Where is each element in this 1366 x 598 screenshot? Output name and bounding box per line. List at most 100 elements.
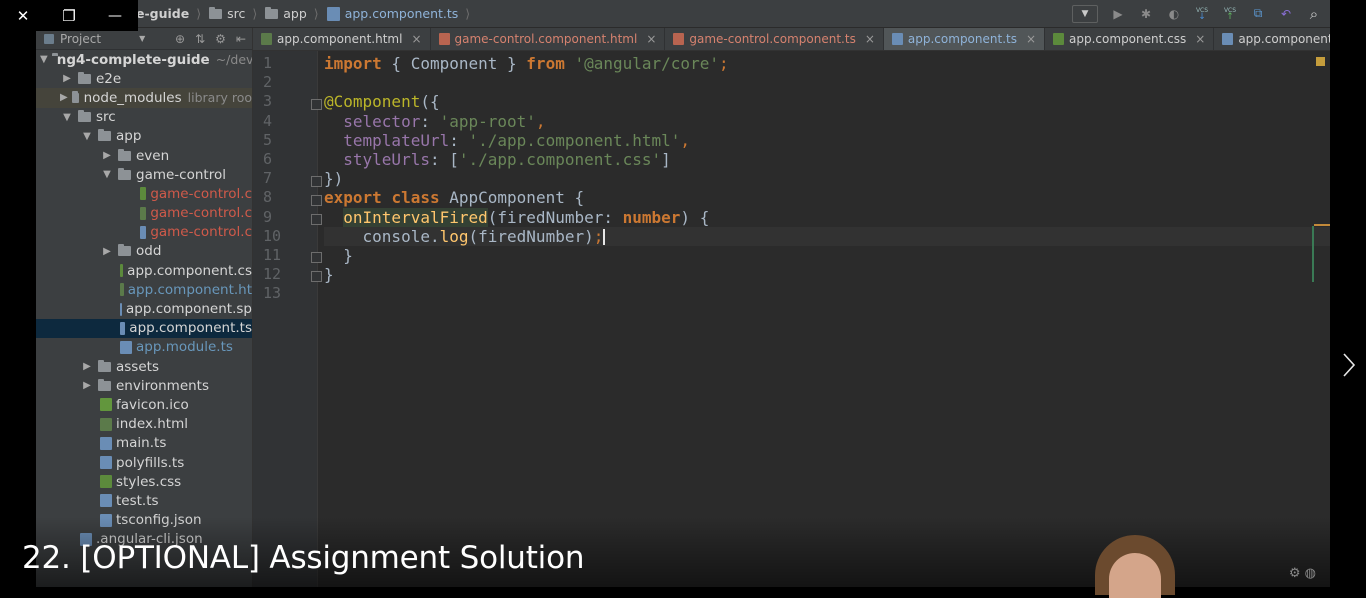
fold-marker-icon[interactable] <box>311 176 322 187</box>
tree-item[interactable]: ▶ odd <box>36 242 252 261</box>
breadcrumb-item[interactable]: app ⟩ <box>265 6 322 21</box>
collapsed-arrow-icon[interactable]: ▶ <box>80 361 94 372</box>
tree-item[interactable]: ▶ node_modules library roo <box>36 88 252 108</box>
code-line[interactable] <box>324 284 1330 303</box>
settings-gear-icon[interactable]: ⚙ <box>215 32 226 46</box>
tree-item[interactable]: app.module.ts <box>36 338 252 357</box>
tree-item[interactable]: index.html <box>36 415 252 434</box>
tree-item[interactable]: app.component.cs <box>36 261 252 280</box>
code-line[interactable]: import { Component } from '@angular/core… <box>324 54 1330 73</box>
tree-item-label: favicon.ico <box>116 396 189 413</box>
code-token: , <box>535 111 546 131</box>
fold-marker-icon[interactable] <box>311 214 322 225</box>
close-tab-icon[interactable]: × <box>1195 32 1205 46</box>
editor-tab[interactable]: game-control.component.html × <box>431 28 666 50</box>
scroll-from-source-icon[interactable]: ⊕ <box>175 32 185 46</box>
fold-marker-icon[interactable] <box>311 252 322 263</box>
status-settings-icon[interactable]: ⚙ ◍ <box>1289 566 1316 581</box>
code-line[interactable]: } <box>324 265 1330 284</box>
close-tab-icon[interactable]: × <box>865 32 875 46</box>
code-line[interactable]: }) <box>324 169 1330 188</box>
code-line[interactable]: selector: 'app-root', <box>324 112 1330 131</box>
code-line[interactable]: templateUrl: './app.component.html', <box>324 131 1330 150</box>
debug-icon[interactable]: ✱ <box>1138 6 1154 22</box>
collapsed-arrow-icon[interactable]: ▶ <box>100 150 114 161</box>
vcs-commit-icon[interactable]: VCS ↑ <box>1222 6 1238 22</box>
project-view-dropdown-icon[interactable]: ▼ <box>139 34 145 43</box>
editor-tab[interactable]: app.component.html × <box>253 28 431 50</box>
expanded-arrow-icon[interactable]: ▼ <box>100 169 114 180</box>
revert-icon[interactable]: ↶ <box>1278 6 1294 22</box>
code-line[interactable]: styleUrls: ['./app.component.css'] <box>324 150 1330 169</box>
tree-item[interactable]: ▼ src <box>36 108 252 127</box>
collapse-all-icon[interactable]: ⇅ <box>195 32 205 46</box>
tree-item[interactable]: ▶ even <box>36 146 252 165</box>
restore-window-button[interactable]: ❐ <box>46 0 92 31</box>
code-area[interactable]: import { Component } from '@angular/core… <box>324 54 1330 303</box>
vcs-update-icon[interactable]: VCS ↓ <box>1194 6 1210 22</box>
collapsed-arrow-icon[interactable]: ▶ <box>60 92 68 103</box>
breadcrumb-label[interactable]: app.component.ts <box>345 6 459 21</box>
code-line[interactable]: } <box>324 246 1330 265</box>
inspection-status-icon[interactable] <box>1316 57 1325 66</box>
tree-item[interactable]: ▼ game-control <box>36 165 252 184</box>
tree-item[interactable]: main.ts <box>36 434 252 453</box>
editor-tab[interactable]: app.component.spec.ts× <box>1214 28 1330 50</box>
collapsed-arrow-icon[interactable]: ▶ <box>60 73 74 84</box>
code-editor[interactable]: 1 2 3 4 5 6 7 8 9 10 11 12 13 import { Component } f… <box>253 51 1330 587</box>
minimize-window-button[interactable]: — <box>92 0 138 31</box>
run-config-dropdown[interactable]: ▼ <box>1072 4 1098 23</box>
collapsed-arrow-icon[interactable]: ▶ <box>80 380 94 391</box>
breadcrumb-item[interactable]: e-guide ⟩ <box>136 6 205 21</box>
tree-item[interactable]: app.component.ht <box>36 280 252 299</box>
tree-item[interactable]: ▼ ng4-complete-guide ~/dev <box>36 50 252 69</box>
breadcrumb-item[interactable]: src ⟩ <box>209 6 261 21</box>
run-icon[interactable]: ▶ <box>1110 6 1126 22</box>
close-tab-icon[interactable]: × <box>646 32 656 46</box>
editor-tab[interactable]: game-control.component.ts × <box>665 28 884 50</box>
tree-item[interactable]: ▼ app <box>36 127 252 146</box>
expanded-arrow-icon[interactable]: ▼ <box>40 54 48 65</box>
tree-item[interactable]: polyfills.ts <box>36 453 252 472</box>
tree-item[interactable]: ▶ environments <box>36 376 252 395</box>
tree-item-label: app <box>116 128 142 145</box>
fold-marker-icon[interactable] <box>311 271 322 282</box>
close-window-button[interactable]: ✕ <box>0 0 46 31</box>
code-line[interactable]: @Component({ <box>324 92 1330 111</box>
tree-item[interactable]: test.ts <box>36 491 252 510</box>
tree-item[interactable]: ▶ e2e <box>36 69 252 88</box>
close-tab-icon[interactable]: × <box>411 32 421 46</box>
breadcrumb-label[interactable]: app <box>283 6 307 21</box>
expanded-arrow-icon[interactable]: ▼ <box>80 131 94 142</box>
code-line[interactable]: onIntervalFired(firedNumber: number) { <box>324 207 1330 227</box>
tree-item[interactable]: game-control.c <box>36 184 252 203</box>
tree-item[interactable]: app.component.sp <box>36 299 252 318</box>
search-everywhere-icon[interactable]: ⌕ <box>1306 5 1322 23</box>
close-tab-icon[interactable]: × <box>1026 32 1036 46</box>
expanded-arrow-icon[interactable]: ▼ <box>60 112 74 123</box>
tree-item[interactable]: favicon.ico <box>36 395 252 414</box>
coverage-icon[interactable]: ◐ <box>1166 6 1182 22</box>
breadcrumb-item[interactable]: app.component.ts ⟩ <box>326 6 475 21</box>
code-line[interactable]: console.log(firedNumber); <box>324 226 1330 246</box>
project-view-label[interactable]: Project <box>60 32 101 46</box>
editor-tab[interactable]: app.component.ts × <box>883 28 1046 50</box>
tree-item-label: index.html <box>116 416 188 433</box>
tree-item[interactable]: game-control.c <box>36 223 252 242</box>
line-numbers: 1 2 3 4 5 6 7 8 9 10 11 12 13 <box>253 54 315 303</box>
tree-item[interactable]: styles.css <box>36 472 252 491</box>
breadcrumb-label[interactable]: e-guide <box>136 6 189 21</box>
tree-item[interactable]: game-control.c <box>36 204 252 223</box>
breadcrumb-label[interactable]: src <box>227 6 245 21</box>
editor-tab[interactable]: app.component.css × <box>1045 28 1215 50</box>
hide-panel-icon[interactable]: ⇤ <box>236 32 246 46</box>
next-arrow-icon[interactable] <box>1338 345 1360 385</box>
collapsed-arrow-icon[interactable]: ▶ <box>100 246 114 257</box>
fold-marker-icon[interactable] <box>311 195 322 206</box>
fold-marker-icon[interactable] <box>311 99 322 110</box>
tree-item[interactable]: app.component.ts <box>36 318 252 338</box>
compare-icon[interactable]: ⧉ <box>1250 6 1266 22</box>
code-line[interactable] <box>324 73 1330 92</box>
tree-item[interactable]: ▶ assets <box>36 357 252 376</box>
code-line[interactable]: export class AppComponent { <box>324 188 1330 207</box>
